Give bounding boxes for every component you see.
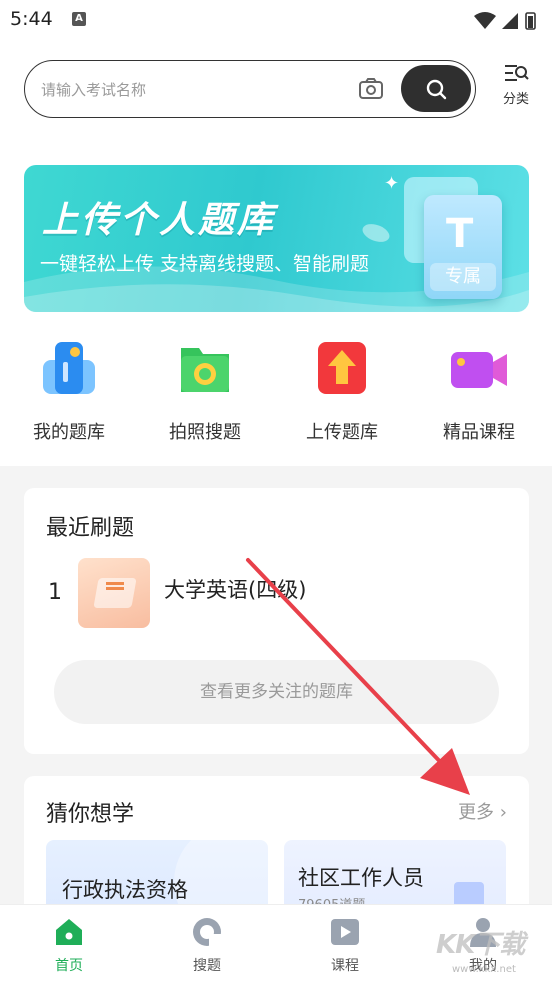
quick-action-my-bank[interactable]: 我的题库	[0, 338, 138, 448]
recent-practice-title: 最近刷题	[46, 516, 135, 541]
home-icon	[52, 915, 86, 949]
phone-bank-icon	[37, 338, 101, 398]
upload-arrow-icon	[310, 338, 374, 398]
quick-action-label: 拍照搜题	[169, 422, 241, 443]
nav-label: 搜题	[193, 958, 221, 974]
watermark-url: www.kkx.net	[452, 964, 516, 975]
quick-action-photo-search[interactable]: 拍照搜题	[136, 338, 274, 448]
category-list-icon	[505, 65, 529, 81]
search-bar[interactable]: 请输入考试名称	[24, 60, 476, 118]
video-camera-icon	[447, 338, 511, 398]
category-button[interactable]: 分类	[496, 60, 536, 116]
banner-card-letter: T	[446, 211, 474, 257]
guess-you-like-card: 猜你想学 更多 › 行政执法资格 社区工作人员 79605道题	[24, 776, 529, 916]
nav-label: 课程	[331, 958, 359, 974]
banner-subtitle: 一键轻松上传 支持离线搜题、智能刷题	[40, 253, 370, 275]
camera-folder-icon	[173, 338, 237, 398]
guess-title: 猜你想学	[46, 802, 135, 827]
search-question-icon	[190, 915, 224, 949]
category-label: 分类	[502, 92, 529, 107]
banner-card-tag: 专属	[430, 263, 496, 291]
tab-search[interactable]: 搜题	[138, 913, 276, 979]
watermark-logo: KK下载	[436, 930, 525, 960]
play-video-icon	[328, 915, 362, 949]
nav-label: 首页	[55, 958, 83, 974]
tab-courses[interactable]: 课程	[276, 913, 414, 979]
quick-action-upload-bank[interactable]: 上传题库	[273, 338, 411, 448]
view-more-followed-banks-button[interactable]: 查看更多关注的题库	[54, 660, 499, 724]
exam-thumbnail[interactable]	[78, 558, 150, 628]
notification-a-icon: A	[72, 12, 86, 26]
recent-item-name[interactable]: 大学英语(四级)	[164, 574, 306, 604]
search-button[interactable]	[401, 65, 471, 112]
search-icon	[426, 79, 447, 100]
guess-more-label: 更多	[458, 802, 495, 823]
recent-practice-card: 最近刷题 1 大学英语(四级) 查看更多关注的题库	[24, 488, 529, 754]
chevron-right-icon: ›	[499, 802, 507, 823]
banner-document-card: T 专属	[424, 195, 502, 299]
quick-action-courses[interactable]: 精品课程	[410, 338, 548, 448]
camera-search-icon[interactable]	[357, 75, 385, 103]
status-icons	[472, 10, 538, 34]
wifi-signal-battery-icon	[474, 12, 536, 30]
quick-action-label: 上传题库	[306, 422, 378, 443]
quick-action-label: 精品课程	[443, 422, 515, 443]
banner-title: 上传个人题库	[42, 200, 277, 241]
upload-bank-banner[interactable]: ✦ 上传个人题库 一键轻松上传 支持离线搜题、智能刷题 T 专属	[24, 165, 529, 312]
quick-action-label: 我的题库	[33, 422, 105, 443]
search-input[interactable]: 请输入考试名称	[41, 79, 146, 100]
guess-item-name: 行政执法资格	[62, 878, 188, 902]
sparkle-icon: ✦	[384, 173, 400, 194]
guess-more-link[interactable]: 更多 ›	[458, 798, 507, 824]
recent-item-rank: 1	[48, 580, 62, 605]
status-time: 5:44	[10, 8, 53, 30]
tab-home[interactable]: 首页	[0, 913, 138, 979]
guess-item-name: 社区工作人员	[298, 866, 424, 890]
status-bar: 5:44 A	[0, 0, 552, 40]
leaf-decoration	[360, 220, 392, 246]
